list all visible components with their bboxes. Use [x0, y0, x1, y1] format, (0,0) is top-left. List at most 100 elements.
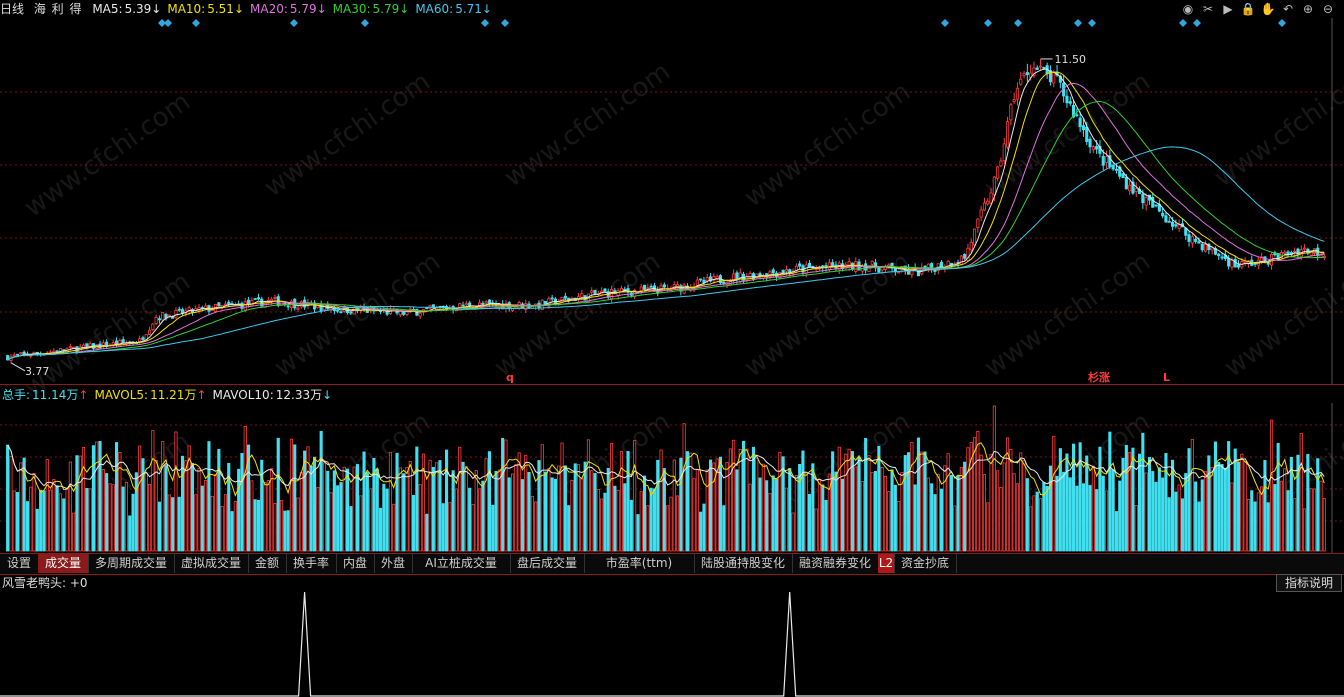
- volume-bar: [491, 504, 495, 552]
- tab-8[interactable]: AI立桩成交量: [412, 554, 511, 573]
- volume-bar: [316, 486, 320, 552]
- volume-bar: [392, 503, 396, 552]
- volume-legend-label: MAVOL10:: [212, 388, 274, 402]
- indicator-help-button[interactable]: 指标说明: [1276, 574, 1342, 592]
- stock-name: 海 利 得: [33, 2, 83, 16]
- ma-legend-label: MA5:: [92, 2, 123, 16]
- volume-bar: [510, 473, 515, 552]
- volume-bar: [322, 462, 327, 552]
- volume-bar: [613, 485, 617, 552]
- ma-legend-item: MA20: 5.79↓: [250, 2, 327, 16]
- volume-bar: [213, 474, 218, 552]
- candle-body: [68, 346, 72, 348]
- tab-3[interactable]: 虚拟成交量: [174, 554, 249, 573]
- volume-bar: [837, 446, 841, 552]
- volume-bar: [1161, 477, 1165, 552]
- candle-body: [1203, 244, 1208, 252]
- volume-bar: [431, 466, 435, 552]
- candle-body: [464, 303, 468, 306]
- candle-body: [722, 281, 726, 284]
- candle-body: [771, 269, 775, 274]
- volume-bar: [174, 431, 178, 552]
- candle-body: [138, 338, 142, 343]
- volume-bar: [1019, 452, 1023, 552]
- volume-legend-value: 11.21万: [150, 388, 197, 402]
- volume-bar: [398, 467, 402, 552]
- volume-legend-value: 12.33万: [275, 388, 323, 402]
- volume-bar: [382, 483, 386, 552]
- volume-bar: [171, 497, 175, 552]
- volume-bar: [520, 479, 525, 552]
- volume-bar: [524, 454, 528, 552]
- tab-7[interactable]: 外盘: [374, 554, 413, 573]
- volume-bar: [164, 465, 168, 552]
- candle-body: [1233, 258, 1237, 268]
- tab-9[interactable]: 盘后成交量: [510, 554, 585, 573]
- volume-legend-value: 11.14万: [32, 388, 79, 402]
- tab-6[interactable]: 内盘: [336, 554, 375, 573]
- volume-chart[interactable]: [0, 403, 1344, 553]
- tab-5[interactable]: 换手率: [286, 554, 337, 573]
- volume-bar: [1246, 498, 1251, 552]
- candle-body: [1114, 168, 1119, 171]
- volume-bar: [204, 480, 208, 552]
- volume-bar: [708, 459, 713, 552]
- tab-1[interactable]: 成交量: [38, 554, 89, 573]
- volume-bar: [1062, 471, 1066, 552]
- tools-icon[interactable]: ✂: [1200, 1, 1216, 17]
- ma-legend-label: MA30:: [332, 2, 371, 16]
- volume-bar: [1035, 491, 1039, 552]
- volume-bar: [633, 440, 637, 552]
- candle-body: [246, 299, 251, 305]
- candle-body: [487, 299, 492, 304]
- volume-bar: [1009, 448, 1013, 552]
- ma-legend-arrow: ↓: [481, 2, 492, 16]
- volume-bar: [547, 468, 551, 552]
- volume-bar: [111, 484, 115, 552]
- zoom-in-icon[interactable]: ⊕: [1300, 1, 1316, 17]
- candle-body: [976, 218, 980, 229]
- tab-0[interactable]: 设置: [0, 554, 39, 573]
- price-chart[interactable]: 11.50 3.77 q 杉涨 L: [0, 18, 1344, 385]
- volume-bar: [745, 448, 749, 552]
- hand-icon[interactable]: ✋: [1260, 1, 1276, 17]
- candle-body: [1025, 72, 1029, 76]
- indicator-chart[interactable]: [0, 592, 1344, 697]
- candle-body: [477, 302, 482, 306]
- volume-bar: [609, 443, 614, 552]
- volume-bar: [1187, 448, 1191, 552]
- tab-10[interactable]: 市盈率(ttm): [584, 554, 695, 573]
- candle-body: [1220, 256, 1224, 259]
- tab-2[interactable]: 多周期成交量: [88, 554, 175, 573]
- play-icon[interactable]: ▶: [1220, 1, 1236, 17]
- volume-bar: [1286, 490, 1290, 552]
- volume-bar: [570, 480, 574, 552]
- volume-bar: [1309, 488, 1313, 552]
- volume-bar: [1230, 482, 1234, 552]
- tab-12[interactable]: 融资融券变化: [792, 554, 879, 573]
- volume-bar: [741, 440, 746, 552]
- volume-bar: [464, 466, 468, 552]
- tab-11[interactable]: 陆股通持股变化: [694, 554, 793, 573]
- lock-icon[interactable]: 🔒: [1240, 1, 1256, 17]
- volume-bar: [702, 503, 706, 552]
- tab-14[interactable]: 资金抄底: [894, 554, 957, 573]
- undo-icon[interactable]: ↶: [1280, 1, 1296, 17]
- volume-bar: [1302, 508, 1307, 552]
- zoom-out-icon[interactable]: ⊖: [1320, 1, 1336, 17]
- candle-body: [1005, 121, 1010, 148]
- volume-bar: [1002, 462, 1006, 552]
- candle-body: [1286, 251, 1290, 255]
- volume-bar: [1213, 441, 1218, 552]
- eye-icon[interactable]: ◉: [1180, 1, 1196, 17]
- volume-bar: [1322, 498, 1326, 552]
- volume-bar: [197, 468, 201, 552]
- volume-bar: [1263, 460, 1267, 552]
- volume-bar: [1260, 486, 1264, 552]
- volume-bar: [1088, 485, 1092, 552]
- tab-4[interactable]: 金额: [248, 554, 287, 573]
- candle-body: [1124, 176, 1128, 190]
- volume-bar: [666, 505, 670, 552]
- tab-13[interactable]: L2: [878, 554, 895, 573]
- chart-header: 日线 海 利 得 MA5: 5.39↓ MA10: 5.51↓ MA20: 5.79↓ MA…: [0, 0, 1344, 18]
